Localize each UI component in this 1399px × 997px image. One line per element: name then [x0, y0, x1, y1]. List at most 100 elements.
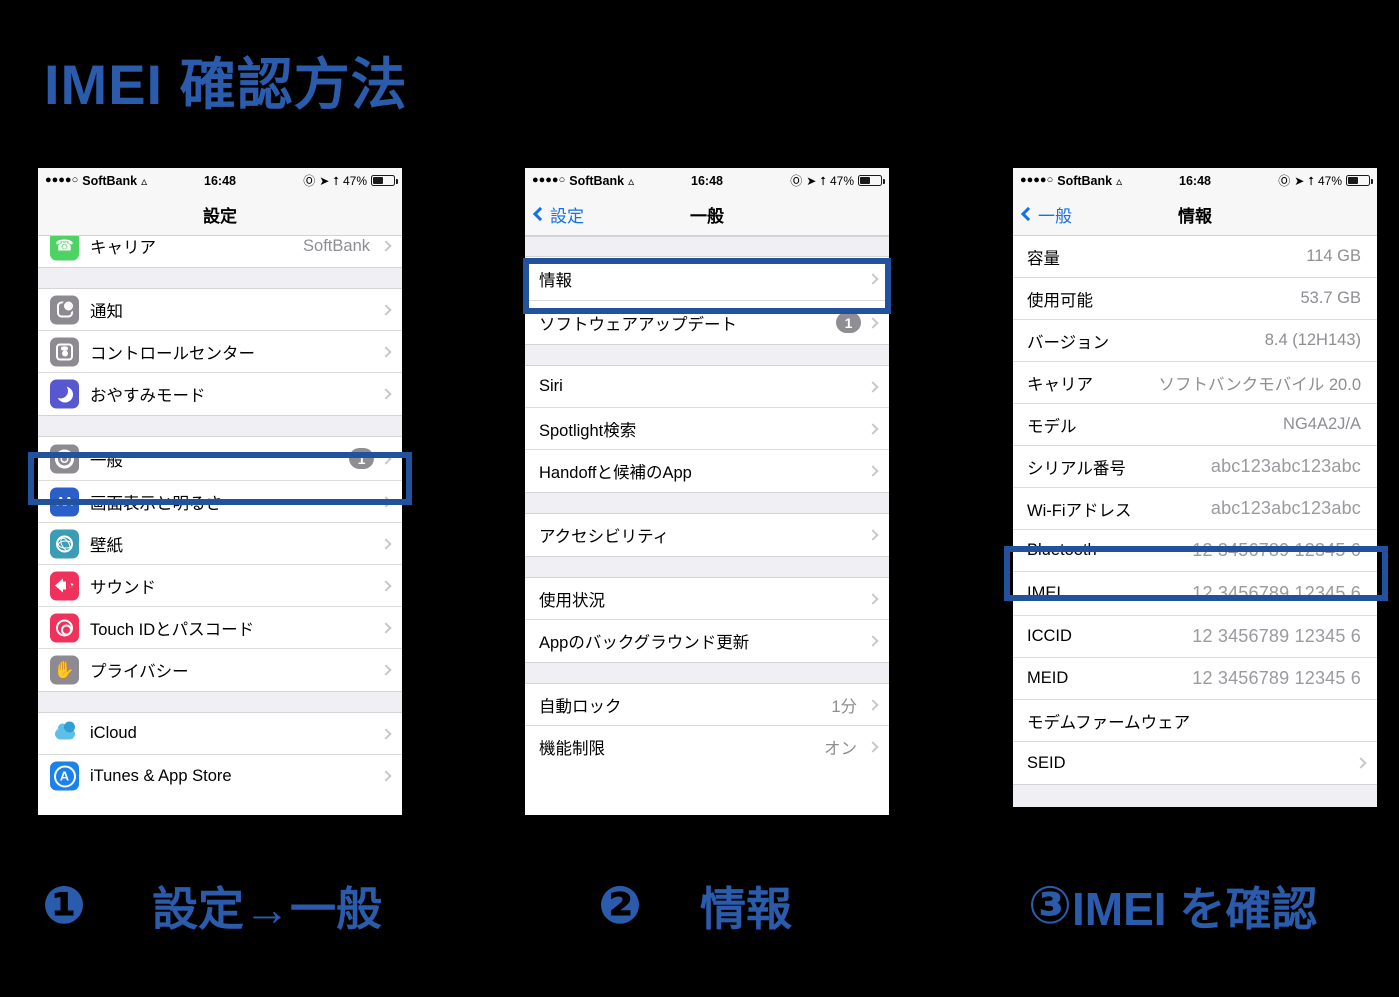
chevron-right-icon — [867, 316, 879, 329]
list-item-value: 53.7 GB — [1300, 289, 1361, 307]
list-item-modem-firmware[interactable]: モデムファームウェア — [1013, 700, 1377, 742]
list-item-label: 通知 — [90, 302, 123, 321]
chevron-right-icon — [867, 465, 879, 477]
list-item-imei[interactable]: IMEI 12 3456789 12345 6 — [1013, 572, 1377, 616]
status-bar-clock: 16:48 — [204, 173, 236, 188]
phone-screenshot-general: ●●●●○ SoftBank ▵ 16:48 Ⓞ ➤ ⭡ 47% 設定 一般 情… — [525, 168, 889, 815]
list-item-touch-id[interactable]: Touch IDとパスコード — [38, 607, 402, 649]
chevron-right-icon — [1355, 757, 1367, 769]
list-item-model[interactable]: モデル NG4A2J/A — [1013, 404, 1377, 446]
list-item-do-not-disturb[interactable]: おやすみモード — [38, 373, 402, 415]
general-list[interactable]: 情報 ソフトウェアアップデート 1 Siri Spotlight検索 Hando… — [525, 236, 889, 767]
icloud-icon — [50, 719, 79, 748]
list-item-carrier[interactable]: キャリア ソフトバンクモバイル 20.0 — [1013, 362, 1377, 404]
status-bar: ●●●●○ SoftBank ▵ 16:48 Ⓞ ➤ ⭡ 47% — [38, 168, 402, 193]
list-item-usage[interactable]: 使用状況 — [525, 578, 889, 620]
list-item-siri[interactable]: Siri — [525, 366, 889, 408]
list-group-carrier: ☎ キャリア SoftBank — [38, 236, 402, 267]
battery-icon — [858, 175, 885, 186]
list-item-carrier[interactable]: ☎ キャリア SoftBank — [38, 236, 402, 267]
list-item-label: 機能制限 — [539, 740, 605, 758]
privacy-icon: ✋ — [50, 655, 79, 685]
chevron-right-icon — [867, 272, 879, 285]
list-item-control-center[interactable]: コントロールセンター — [38, 331, 402, 373]
list-item-sounds[interactable]: ◔ サウンド — [38, 565, 402, 607]
page-title-settings: 設定 — [203, 206, 237, 226]
status-bar: ●●●●○ SoftBank ▵ 16:48 Ⓞ ➤ ⭡ 47% — [1013, 168, 1377, 193]
list-group-general: 一般 1 AA 画面表示と明るさ 壁紙 ◔ サウンド Touch IDとパスコー… — [38, 437, 402, 691]
chevron-right-icon — [380, 495, 392, 508]
chevron-right-icon — [867, 635, 879, 647]
list-item-available[interactable]: 使用可能 53.7 GB — [1013, 278, 1377, 320]
step-number-3: ③ — [1028, 877, 1073, 935]
list-item-label: Wi-Fiアドレス — [1027, 501, 1132, 520]
list-separator — [525, 236, 889, 257]
step-number-1: ❶ — [42, 877, 87, 935]
list-item-label: Appのバックグラウンド更新 — [539, 634, 750, 652]
poster-canvas: IMEI 確認方法 ●●●●○ SoftBank ▵ 16:48 Ⓞ ➤ ⭡ 4… — [0, 0, 1399, 997]
list-item-label: シリアル番号 — [1027, 459, 1126, 478]
list-item-software-update[interactable]: ソフトウェアアップデート 1 — [525, 301, 889, 344]
list-item-label: 使用可能 — [1027, 291, 1093, 310]
list-item-label: モデムファームウェア — [1027, 713, 1191, 732]
list-item-about[interactable]: 情報 — [525, 257, 889, 301]
chevron-right-icon — [380, 303, 392, 316]
list-item-value: 12 3456789 12345 6 — [1192, 583, 1361, 603]
chevron-right-icon — [867, 422, 879, 435]
back-button-label: 一般 — [1038, 206, 1072, 226]
list-item-restrictions[interactable]: 機能制限 オン — [525, 726, 889, 767]
status-bar: ●●●●○ SoftBank ▵ 16:48 Ⓞ ➤ ⭡ 47% — [525, 168, 889, 193]
list-item-capacity[interactable]: 容量 114 GB — [1013, 236, 1377, 278]
list-item-bluetooth[interactable]: Bluetooth 12 3456789 12345 6 — [1013, 530, 1377, 572]
back-button-settings[interactable]: 設定 — [532, 202, 584, 227]
status-bar-clock: 16:48 — [691, 173, 723, 188]
list-item-itunes-appstore[interactable]: A iTunes & App Store — [38, 755, 402, 795]
list-item-seid[interactable]: SEID — [1013, 742, 1377, 784]
control-center-icon — [50, 337, 79, 366]
list-item-value: 12 3456789 12345 6 — [1192, 540, 1361, 560]
list-item-privacy[interactable]: ✋ プライバシー — [38, 649, 402, 691]
list-item-general[interactable]: 一般 1 — [38, 437, 402, 481]
list-item-handoff[interactable]: Handoffと候補のApp — [525, 450, 889, 492]
list-item-display-brightness[interactable]: AA 画面表示と明るさ — [38, 481, 402, 523]
status-bar-clock: 16:48 — [1179, 173, 1211, 188]
list-item-notifications[interactable]: 通知 — [38, 289, 402, 331]
settings-list[interactable]: ☎ キャリア SoftBank 通知 コントロールセンター おやすみモード 一般… — [38, 236, 402, 795]
list-item-label: 一般 — [90, 451, 123, 470]
list-item-value: ソフトバンクモバイル 20.0 — [1158, 375, 1361, 394]
list-item-serial-number[interactable]: シリアル番号 abc123abc123abc — [1013, 446, 1377, 488]
list-item-value: SoftBank — [303, 236, 370, 255]
list-item-label: iCloud — [90, 724, 137, 742]
list-separator — [525, 556, 889, 578]
list-group-usage: 使用状況 Appのバックグラウンド更新 — [525, 578, 889, 662]
back-button-general[interactable]: 一般 — [1020, 202, 1072, 227]
list-group-about-details: 容量 114 GB 使用可能 53.7 GB バージョン 8.4 (12H143… — [1013, 236, 1377, 784]
about-list[interactable]: 容量 114 GB 使用可能 53.7 GB バージョン 8.4 (12H143… — [1013, 236, 1377, 807]
list-item-label: アクセシビリティ — [539, 528, 670, 546]
list-item-label: 壁紙 — [90, 536, 123, 555]
touch-id-icon — [50, 613, 79, 642]
sound-icon: ◔ — [50, 571, 79, 600]
display-brightness-icon: AA — [50, 487, 79, 516]
list-item-value: abc123abc123abc — [1210, 456, 1361, 476]
phone-icon: ☎ — [50, 236, 79, 261]
list-item-version[interactable]: バージョン 8.4 (12H143) — [1013, 320, 1377, 362]
chevron-right-icon — [380, 770, 392, 782]
list-item-background-app-refresh[interactable]: Appのバックグラウンド更新 — [525, 620, 889, 662]
list-item-icloud[interactable]: iCloud — [38, 713, 402, 755]
list-item-label: モデル — [1027, 417, 1077, 436]
list-item-label: Bluetooth — [1027, 541, 1097, 559]
list-item-meid[interactable]: MEID 12 3456789 12345 6 — [1013, 658, 1377, 700]
list-item-label: Handoffと候補のApp — [539, 464, 692, 482]
list-item-wifi-address[interactable]: Wi-Fiアドレス abc123abc123abc — [1013, 488, 1377, 530]
list-item-label: バージョン — [1027, 333, 1110, 352]
list-item-iccid[interactable]: ICCID 12 3456789 12345 6 — [1013, 616, 1377, 658]
list-item-auto-lock[interactable]: 自動ロック 1分 — [525, 684, 889, 726]
list-item-label: iTunes & App Store — [90, 766, 232, 785]
list-item-spotlight-search[interactable]: Spotlight検索 — [525, 408, 889, 450]
list-item-label: おやすみモード — [90, 387, 206, 405]
list-group-accessibility: アクセシビリティ — [525, 514, 889, 556]
list-item-accessibility[interactable]: アクセシビリティ — [525, 514, 889, 556]
list-item-label: 自動ロック — [539, 697, 622, 716]
list-item-wallpaper[interactable]: 壁紙 — [38, 523, 402, 565]
